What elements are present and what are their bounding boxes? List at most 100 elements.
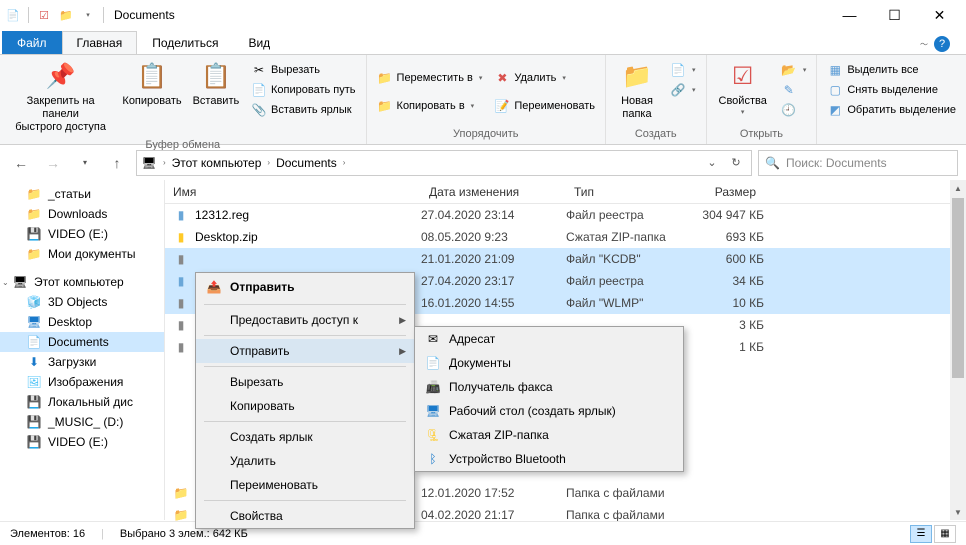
qat-caret[interactable]: ▾ — [79, 6, 97, 24]
status-selection: Выбрано 3 элем.: 642 КБ — [120, 528, 248, 540]
qat-newfolder-icon[interactable]: 📁 — [57, 6, 75, 24]
nav-recent-button[interactable]: ▾ — [72, 150, 98, 176]
ribbon-tabs: Файл Главная Поделиться Вид 〜 ? — [0, 30, 966, 55]
moveto-icon: 📁 — [377, 70, 393, 86]
fax-icon: 📠 — [423, 379, 443, 395]
selectall-button[interactable]: ▦Выделить все — [823, 61, 960, 79]
minimize-button[interactable]: — — [827, 0, 872, 30]
sidebar-item[interactable]: 📄Documents — [0, 332, 164, 352]
close-button[interactable]: ✕ — [917, 0, 962, 30]
ctx-title[interactable]: 📤 Отправить — [196, 273, 414, 301]
sidebar-item[interactable]: 💾VIDEO (E:) — [0, 432, 164, 452]
refresh-button[interactable]: ↻ — [725, 152, 747, 174]
newfolder-icon: 📁 — [621, 61, 653, 93]
sidebar-item[interactable]: 📁Мои документы — [0, 244, 164, 264]
sidebar-icon: 💾 — [26, 434, 42, 450]
sub-documents[interactable]: 📄Документы — [415, 351, 683, 375]
sidebar-item[interactable]: 🖼Изображения — [0, 372, 164, 392]
tab-home[interactable]: Главная — [62, 31, 138, 54]
open-button[interactable]: 📂▾ — [777, 61, 811, 79]
paste-button[interactable]: 📋 Вставить — [189, 57, 243, 112]
easyaccess-button[interactable]: 🔗▾ — [666, 81, 700, 99]
sidebar-item[interactable]: 🧊3D Objects — [0, 292, 164, 312]
ctx-sendto[interactable]: Отправить▶ — [196, 339, 414, 363]
ribbon-collapse-icon[interactable]: 〜 — [920, 39, 928, 50]
folder-icon: 📁 — [26, 206, 42, 222]
sub-fax[interactable]: 📠Получатель факса — [415, 375, 683, 399]
nav-up-button[interactable]: ↑ — [104, 150, 130, 176]
qat-properties-icon[interactable]: ☑ — [35, 6, 53, 24]
sub-bluetooth[interactable]: ᛒУстройство Bluetooth — [415, 447, 683, 471]
sub-desktop[interactable]: 🖥Рабочий стол (создать ярлык) — [415, 399, 683, 423]
nav-back-button[interactable]: ← — [8, 150, 34, 176]
properties-button[interactable]: ☑ Свойства ▾ — [713, 57, 773, 122]
header-date[interactable]: Дата изменения — [421, 185, 566, 199]
history-button[interactable]: 🕘 — [777, 101, 811, 119]
breadcrumb-docs[interactable]: Documents — [272, 156, 341, 170]
breadcrumb[interactable]: 🖥 › Этот компьютер › Documents › ⌄ ↻ — [136, 150, 752, 176]
rename-button[interactable]: 📝Переименовать — [490, 97, 599, 115]
pin-quickaccess-button[interactable]: 📌 Закрепить на панели быстрого доступа — [6, 57, 115, 139]
header-size[interactable]: Размер — [684, 185, 764, 199]
sidebar-item[interactable]: 💾VIDEO (E:) — [0, 224, 164, 244]
maximize-button[interactable]: ☐ — [872, 0, 917, 30]
scrollbar[interactable]: ▲ ▼ — [950, 180, 966, 520]
header-type[interactable]: Тип — [566, 185, 684, 199]
sidebar-item[interactable]: 🖥Desktop — [0, 312, 164, 332]
selectinvert-button[interactable]: ◩Обратить выделение — [823, 101, 960, 119]
copypath-button[interactable]: 📄Копировать путь — [247, 81, 360, 99]
sub-zip[interactable]: 🗜Сжатая ZIP-папка — [415, 423, 683, 447]
tab-file[interactable]: Файл — [2, 31, 62, 54]
sidebar-item[interactable]: ⬇Загрузки — [0, 352, 164, 372]
moveto-button[interactable]: 📁Переместить в▾ — [373, 69, 487, 87]
pastelink-button[interactable]: 📎Вставить ярлык — [247, 101, 360, 119]
view-details-button[interactable]: ☰ — [910, 525, 932, 543]
help-button[interactable]: 〜 ? — [914, 34, 956, 54]
sidebar-item[interactable]: 📁_статьи — [0, 184, 164, 204]
tab-view[interactable]: Вид — [233, 31, 285, 54]
sidebar-item[interactable]: 💾_MUSIC_ (D:) — [0, 412, 164, 432]
ctx-delete[interactable]: Удалить — [196, 449, 414, 473]
breadcrumb-pc[interactable]: Этот компьютер — [168, 156, 266, 170]
ctx-shortcut[interactable]: Создать ярлык — [196, 425, 414, 449]
newfolder-button[interactable]: 📁 Новая папка — [612, 57, 662, 125]
tab-share[interactable]: Поделиться — [137, 31, 233, 54]
ctx-rename[interactable]: Переименовать — [196, 473, 414, 497]
sidebar[interactable]: 📁_статьи📁Downloads💾VIDEO (E:)📁Мои докуме… — [0, 180, 165, 520]
sendto-submenu: ✉Адресат 📄Документы 📠Получатель факса 🖥Р… — [414, 326, 684, 472]
table-row[interactable]: ▮12312.reg27.04.2020 23:14Файл реестра30… — [165, 204, 966, 226]
newitem-button[interactable]: 📄▾ — [666, 61, 700, 79]
folder-icon: 📁 — [26, 246, 42, 262]
nav-forward-button[interactable]: → — [40, 150, 66, 176]
sidebar-item[interactable]: 📁Downloads — [0, 204, 164, 224]
header-name[interactable]: Имя — [165, 185, 421, 199]
newitem-icon: 📄 — [670, 62, 686, 78]
sidebar-icon: ⬇ — [26, 354, 42, 370]
help-icon: ? — [934, 36, 950, 52]
copy-button[interactable]: 📋 Копировать — [119, 57, 185, 112]
edit-button[interactable]: ✎ — [777, 81, 811, 99]
scroll-down-icon[interactable]: ▼ — [950, 504, 966, 520]
ctx-copy[interactable]: Копировать — [196, 394, 414, 418]
selectnone-button[interactable]: ▢Снять выделение — [823, 81, 960, 99]
pc-icon: 🖥 — [12, 274, 28, 290]
paste-icon: 📋 — [200, 61, 232, 93]
search-input[interactable]: 🔍 Поиск: Documents — [758, 150, 958, 176]
delete-button[interactable]: ✖Удалить▾ — [490, 69, 599, 87]
app-icon: 📄 — [4, 6, 22, 24]
table-row[interactable]: ▮21.01.2020 21:09Файл "KCDB"600 КБ — [165, 248, 966, 270]
ctx-shareaccess[interactable]: Предоставить доступ к▶ — [196, 308, 414, 332]
sidebar-item[interactable]: 💾Локальный дис — [0, 392, 164, 412]
sub-recipient[interactable]: ✉Адресат — [415, 327, 683, 351]
scroll-thumb[interactable] — [952, 198, 964, 378]
expand-icon[interactable]: ⌄ — [2, 278, 9, 287]
ctx-cut[interactable]: Вырезать — [196, 370, 414, 394]
table-row[interactable]: ▮Desktop.zip08.05.2020 9:23Сжатая ZIP-па… — [165, 226, 966, 248]
sidebar-item-thispc[interactable]: ⌄ 🖥 Этот компьютер — [0, 272, 164, 292]
view-icons-button[interactable]: ▦ — [934, 525, 956, 543]
ctx-properties[interactable]: Свойства — [196, 504, 414, 528]
cut-button[interactable]: ✂Вырезать — [247, 61, 360, 79]
copyto-button[interactable]: 📁Копировать в▾ — [373, 97, 487, 115]
scroll-up-icon[interactable]: ▲ — [950, 180, 966, 196]
breadcrumb-dropdown[interactable]: ⌄ — [701, 152, 723, 174]
